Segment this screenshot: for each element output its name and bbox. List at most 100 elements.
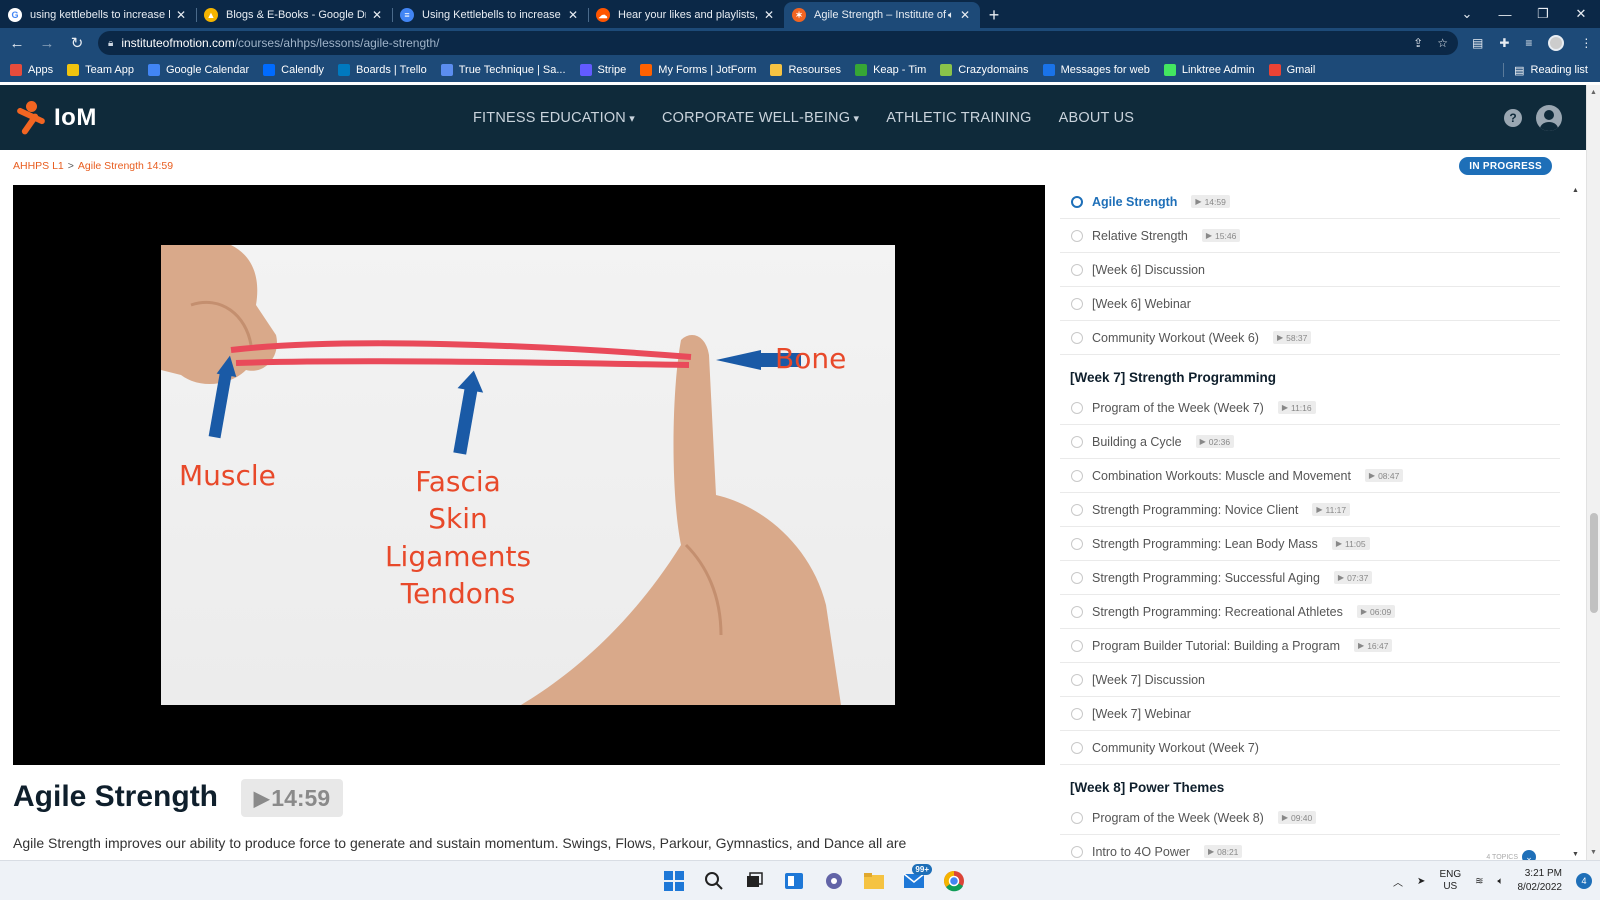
sidebar-scrollbar[interactable]: ▲ ▼ — [1572, 185, 1580, 860]
bookmark-item[interactable]: Stripe — [579, 64, 626, 76]
windows-start-icon[interactable] — [660, 867, 688, 895]
nav-item[interactable]: ABOUT US — [1059, 110, 1134, 126]
lesson-list-item[interactable]: Program Builder Tutorial: Building a Pro… — [1060, 629, 1560, 663]
lesson-list-item[interactable]: Strength Programming: Recreational Athle… — [1060, 595, 1560, 629]
scroll-down-icon[interactable]: ▼ — [1590, 849, 1597, 856]
lesson-list-item[interactable]: Strength Programming: Lean Body Mass ▶ 11:… — [1060, 527, 1560, 561]
chevron-up-icon[interactable]: ︿ — [1393, 874, 1403, 889]
page-scrollbar[interactable]: ▲ ▼ — [1586, 85, 1600, 860]
task-view-icon[interactable] — [740, 867, 768, 895]
bookmark-item[interactable]: Crazydomains — [940, 64, 1029, 76]
widgets-icon[interactable] — [780, 867, 808, 895]
lesson-list-item[interactable]: Relative Strength ▶ 15:46 — [1060, 219, 1560, 253]
tab-close-icon[interactable]: ✕ — [762, 8, 776, 22]
bookmark-icon — [1163, 64, 1176, 76]
bookmark-item[interactable]: True Technique | Sa... — [440, 64, 566, 76]
bookmark-item[interactable]: Resourses — [770, 64, 841, 76]
iom-logo[interactable]: IoM — [12, 100, 97, 136]
user-account-icon[interactable] — [1536, 104, 1562, 131]
reload-icon[interactable]: ↻ — [64, 30, 90, 56]
volume-icon[interactable]: 🔈︎ — [1498, 876, 1504, 887]
new-tab-button[interactable]: + — [980, 2, 1008, 28]
lesson-list-item[interactable]: Strength Programming: Novice Client ▶ 11:1… — [1060, 493, 1560, 527]
restore-button[interactable]: ❐ — [1524, 0, 1562, 28]
reading-list-button[interactable]: ▤ Reading list — [1503, 63, 1588, 77]
playlist-icon[interactable]: ≡ — [1525, 36, 1532, 50]
lesson-list-item[interactable]: Agile Strength ▶ 14:59 — [1060, 185, 1560, 219]
scroll-down-icon[interactable]: ▼ — [1572, 851, 1579, 858]
lesson-duration: 11:17 — [1325, 504, 1347, 515]
bookmark-item[interactable]: Boards | Trello — [337, 64, 427, 76]
browser-tab[interactable]: Gusing kettlebells to increase ham ✕ — [0, 2, 196, 28]
media-icon[interactable]: ▤ — [1472, 36, 1483, 50]
share-icon[interactable]: ⇪ — [1413, 36, 1423, 50]
extensions-icon[interactable]: ✚ — [1499, 36, 1509, 50]
lesson-list-item[interactable]: Building a Cycle ▶ 02:36 — [1060, 425, 1560, 459]
breadcrumb-course-link[interactable]: AHHPS L1 — [13, 160, 64, 172]
browser-tab[interactable]: ▲ Blogs & E-Books - Google Drive ✕ — [196, 2, 392, 28]
tab-search-icon[interactable]: ⌄ — [1448, 0, 1486, 28]
bookmark-label: Apps — [28, 64, 54, 76]
topics-badge[interactable]: 4 TOPICS ⌄ — [1486, 850, 1536, 860]
breadcrumb-lesson-link[interactable]: Agile Strength 14:59 — [78, 160, 173, 172]
lesson-list-item[interactable]: [Week 6] Webinar — [1060, 287, 1560, 321]
teams-chat-icon[interactable] — [820, 867, 848, 895]
tab-favicon-icon: ☁ — [596, 8, 610, 22]
browser-tab[interactable]: ≡ Using Kettlebells to increase ham ✕ — [392, 2, 588, 28]
scroll-up-icon[interactable]: ▲ — [1590, 89, 1597, 96]
scrollbar-thumb[interactable] — [1590, 513, 1598, 613]
lesson-list-item[interactable]: Combination Workouts: Muscle and Movemen… — [1060, 459, 1560, 493]
bookmark-item[interactable]: Calendly — [263, 64, 324, 76]
bookmark-item[interactable]: Linktree Admin — [1163, 64, 1255, 76]
lesson-list-item[interactable]: [Week 7] Discussion — [1060, 663, 1560, 697]
lesson-list-item[interactable]: [Week 6] Discussion — [1060, 253, 1560, 287]
nav-item[interactable]: ATHLETIC TRAINING — [886, 110, 1031, 126]
bookmark-item[interactable]: Gmail — [1268, 64, 1315, 76]
nav-item[interactable]: FITNESS EDUCATION ▾ — [473, 110, 635, 126]
lesson-list-item[interactable]: Community Workout (Week 6) ▶ 58:37 — [1060, 321, 1560, 355]
video-player[interactable]: Bone Muscle Fascia Skin Ligaments Tendon… — [13, 185, 1045, 765]
address-bar[interactable]: 🔒︎ instituteofmotion.com/courses/ahhps/l… — [98, 31, 1458, 55]
wifi-icon[interactable]: ≋ — [1475, 876, 1483, 887]
browser-tab[interactable]: ✶ Agile Strength – Institute of 🔈︎ ✕ — [784, 2, 980, 28]
chrome-menu-icon[interactable]: ⋮ — [1580, 36, 1592, 50]
notification-badge[interactable]: 4 — [1576, 873, 1592, 889]
bookmark-item[interactable]: Messages for web — [1042, 64, 1150, 76]
bookmark-item[interactable]: Apps — [10, 64, 53, 76]
play-icon: ▶ — [1316, 505, 1323, 514]
minimize-button[interactable]: — — [1486, 0, 1524, 28]
profile-avatar[interactable] — [1548, 35, 1565, 51]
back-icon[interactable]: ← — [4, 30, 30, 56]
bookmark-item[interactable]: Team App — [67, 64, 134, 76]
location-icon[interactable]: ➤ — [1417, 876, 1425, 887]
lesson-list-item[interactable]: Community Workout (Week 7) — [1060, 731, 1560, 765]
help-icon[interactable]: ? — [1504, 108, 1522, 127]
close-window-button[interactable]: ✕ — [1562, 0, 1600, 28]
expand-chevron-icon[interactable]: ⌄ — [1522, 850, 1536, 860]
mail-icon[interactable]: 99+ — [900, 864, 932, 895]
search-icon[interactable] — [700, 867, 728, 895]
lesson-list-item[interactable]: Program of the Week (Week 8) ▶ 09:40 — [1060, 801, 1560, 835]
bookmark-item[interactable]: Keap - Tim — [855, 64, 926, 76]
chrome-icon[interactable] — [940, 867, 968, 895]
scroll-up-icon[interactable]: ▲ — [1572, 187, 1579, 194]
bookmark-item[interactable]: My Forms | JotForm — [640, 64, 756, 76]
tab-close-icon[interactable]: ✕ — [174, 8, 188, 22]
nav-item[interactable]: CORPORATE WELL-BEING ▾ — [662, 110, 859, 126]
bookmark-item[interactable]: Google Calendar — [148, 64, 249, 76]
lesson-list-item[interactable]: Strength Programming: Successful Aging ▶ 0… — [1060, 561, 1560, 595]
tab-close-icon[interactable]: ✕ — [370, 8, 384, 22]
clock[interactable]: 3:21 PM 8/02/2022 — [1518, 867, 1563, 895]
browser-tab[interactable]: ☁ Hear your likes and playlists, and ✕ — [588, 2, 784, 28]
lesson-list-item[interactable]: Program of the Week (Week 7) ▶ 11:16 — [1060, 391, 1560, 425]
bookmark-star-icon[interactable]: ☆ — [1437, 36, 1448, 50]
forward-icon[interactable]: → — [34, 30, 60, 56]
tab-close-icon[interactable]: ✕ — [958, 8, 972, 22]
tab-audio-icon[interactable]: 🔈︎ — [948, 10, 954, 21]
lesson-list-item[interactable]: [Week 7] Webinar — [1060, 697, 1560, 731]
language-indicator[interactable]: ENG US — [1439, 869, 1461, 893]
bookmark-label: True Technique | Sa... — [458, 64, 566, 76]
lesson-list-item[interactable]: Intro to 4O Power ▶ 08:21 4 TOPICS ⌄ — [1060, 835, 1560, 860]
tab-close-icon[interactable]: ✕ — [566, 8, 580, 22]
file-explorer-icon[interactable] — [860, 867, 888, 895]
